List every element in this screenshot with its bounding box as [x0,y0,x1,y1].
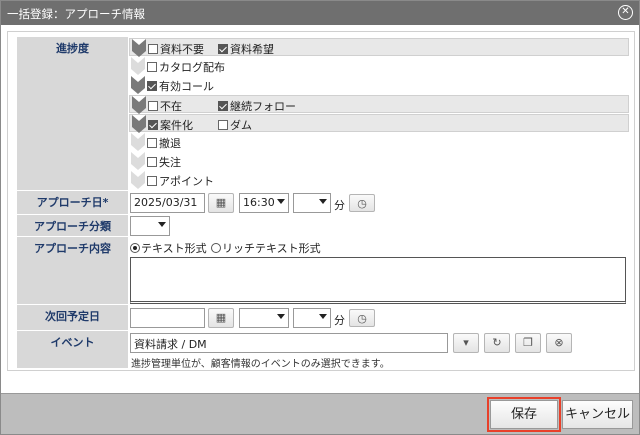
stage-option[interactable]: 有効コール [147,78,214,94]
approach-content-cell: テキスト形式 リッチテキスト形式 [128,236,630,305]
progress-stages: 資料不要 資料希望 カタログ配布 有効コール不在 継続フォロー案件化 ダム撤退失注アポイン… [129,37,629,189]
checkbox-icon [148,44,158,54]
checkbox-checked-icon [147,81,157,91]
progress-stage-row: 撤退 [129,133,629,151]
stage-chevron-icon [132,115,146,133]
calendar-icon[interactable]: ▦ [208,193,234,213]
checkbox-checked-icon [148,120,158,130]
next-minute-select[interactable] [293,308,331,328]
approach-date-input[interactable]: 2025/03/31 [130,193,205,213]
checkbox-checked-icon [218,101,228,111]
clock-icon[interactable]: ◷ [349,194,375,212]
next-date-label: 次回予定日 [16,304,129,331]
stage-option[interactable]: 撤退 [147,135,181,151]
progress-stage-row: 失注 [129,152,629,170]
checkbox-icon [148,101,158,111]
checkbox-icon [147,176,157,186]
stage-option[interactable]: カタログ配布 [147,59,225,75]
stage-option-label: 継続フォロー [230,100,296,113]
checkbox-icon [218,120,228,130]
stage-chevron-icon [131,171,145,189]
stage-chevron-icon [132,96,146,114]
reset-icon[interactable]: ↻ [484,333,510,353]
format-text-radio[interactable]: テキスト形式 [130,240,207,256]
stage-chevron-icon [132,39,146,57]
stage-option[interactable]: 案件化 [148,117,193,133]
dialog-footer: 保存 キャンセル [1,393,639,434]
stage-chevron-icon [131,152,145,170]
event-input[interactable]: 資料請求 / DM [130,333,448,353]
stage-option[interactable]: ダム [218,117,252,133]
approach-minute-select[interactable] [293,193,331,213]
approach-content-textarea[interactable] [130,257,626,304]
clock-icon[interactable]: ◷ [349,309,375,327]
stage-option-label: 失注 [159,156,181,169]
stage-chevron-icon [131,57,145,75]
format-rich-radio[interactable]: リッチテキスト形式 [211,240,321,256]
cancel-button[interactable]: キャンセル [562,400,633,429]
approach-date-cell: 2025/03/31 ▦ 16:30 分 ◷ [128,190,630,215]
stage-option-label: 資料不要 [160,43,204,56]
copy-icon[interactable]: ❐ [515,333,541,353]
stage-option-label: 案件化 [160,119,193,132]
approach-hour-select[interactable]: 16:30 [239,193,289,213]
stage-option-label: 不在 [160,100,182,113]
stage-option-label: ダム [230,119,252,132]
radio-off-icon [211,243,221,253]
close-icon[interactable]: ✕ [618,5,633,20]
event-label: イベント [16,330,129,369]
progress-stage-row: アポイント [129,171,629,189]
save-button[interactable]: 保存 [487,397,561,432]
stage-option[interactable]: 失注 [147,154,181,170]
next-hour-select[interactable] [239,308,289,328]
form-panel: 進捗度 資料不要 資料希望 カタログ配布 有効コール不在 継続フォロー案件化 ダム撤退失注… [7,31,635,371]
stage-option[interactable]: 継続フォロー [218,98,296,114]
progress-stage-row: 不在 継続フォロー [129,95,629,114]
progress-label: 進捗度 [16,36,129,191]
calendar-icon[interactable]: ▦ [208,308,234,328]
approach-category-cell [128,214,630,237]
checkbox-icon [147,157,157,167]
progress-stage-row: 案件化 ダム [129,114,629,133]
progress-cell: 資料不要 資料希望 カタログ配布 有効コール不在 継続フォロー案件化 ダム撤退失注アポイン… [128,36,630,191]
next-date-cell: ▦ 分 ◷ [128,304,630,331]
format-rich-label: リッチテキスト形式 [222,242,321,255]
stage-option[interactable]: アポイント [147,173,214,189]
stage-chevron-icon [131,76,145,94]
approach-category-select[interactable] [130,216,170,236]
radio-on-icon [130,243,140,253]
approach-date-label: アプローチ日* [16,190,129,215]
stage-chevron-icon [131,133,145,151]
event-hint: 進捗管理単位が、顧客情報のイベントのみ選択できます。 [131,359,390,370]
checkbox-checked-icon [218,44,228,54]
checkbox-icon [147,62,157,72]
next-date-input[interactable] [130,308,205,328]
stage-option-label: 資料希望 [230,43,274,56]
approach-content-label: アプローチ内容 [16,236,129,305]
stage-option[interactable]: 資料希望 [218,41,274,57]
approach-category-label: アプローチ分類 [16,214,129,237]
format-text-label: テキスト形式 [141,242,207,255]
minute-unit-label: 分 [334,314,345,327]
clear-icon[interactable]: ⊗ [546,333,572,353]
approach-dialog: 一括登録：アプローチ情報 ✕ 進捗度 資料不要 資料希望 カタログ配布 有効コール不在… [0,0,640,435]
dialog-titlebar: 一括登録：アプローチ情報 ✕ [1,1,639,25]
approach-hour-value: 16:30 [243,196,275,209]
checkbox-icon [147,138,157,148]
stage-option[interactable]: 資料不要 [148,41,204,57]
progress-stage-row: カタログ配布 [129,57,629,75]
minute-unit-label: 分 [334,199,345,212]
stage-option-label: 有効コール [159,80,214,93]
stage-option-label: 撤退 [159,137,181,150]
dropdown-arrow-icon[interactable]: ▾ [453,333,479,353]
progress-stage-row: 資料不要 資料希望 [129,38,629,57]
dialog-title: 一括登録：アプローチ情報 [7,7,145,21]
stage-option-label: カタログ配布 [159,61,225,74]
stage-option[interactable]: 不在 [148,98,182,114]
stage-option-label: アポイント [159,175,214,188]
form-table: 進捗度 資料不要 資料希望 カタログ配布 有効コール不在 継続フォロー案件化 ダム撤退失注… [16,36,630,370]
progress-stage-row: 有効コール [129,76,629,94]
event-cell: 資料請求 / DM ▾ ↻ ❐ ⊗ 進捗管理単位が、顧客情報のイベントのみ選択で… [128,330,630,370]
